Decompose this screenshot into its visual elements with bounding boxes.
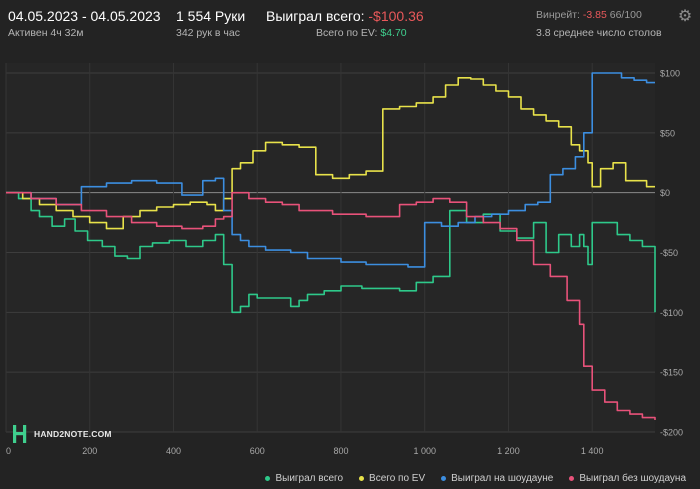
y-tick-label: $0 <box>660 188 670 198</box>
legend-item[interactable]: Выиграл без шоудауна <box>569 473 686 484</box>
legend-item[interactable]: Всего по EV <box>359 473 425 484</box>
chart-legend: Выиграл всего Всего по EV Выиграл на шоуда… <box>0 469 700 487</box>
hand2note-text: HAND2NOTE.COM <box>34 429 112 439</box>
legend-item[interactable]: Выиграл всего <box>265 473 343 484</box>
x-tick-label: 400 <box>166 446 181 456</box>
plot-area <box>6 63 655 432</box>
y-tick-label: -$50 <box>660 248 678 258</box>
legend-dot-icon <box>359 475 365 481</box>
hand2note-logo: HAND2NOTE.COM <box>12 424 112 444</box>
legend-item[interactable]: Выиграл на шоудауне <box>441 473 553 484</box>
x-tick-label: 800 <box>333 446 348 456</box>
legend-label: Выиграл без шоудауна <box>579 472 686 484</box>
profit-chart: $100 $50 $0 -$50 -$100 -$150 -$200 0 200 400 600 80… <box>5 63 683 456</box>
y-tick-label: -$200 <box>660 428 683 438</box>
x-tick-label: 600 <box>250 446 265 456</box>
legend-dot-icon <box>569 475 575 481</box>
legend-dot-icon <box>265 475 271 481</box>
legend-label: Выиграл всего <box>275 472 344 484</box>
x-tick-label: 0 <box>6 446 11 456</box>
y-tick-label: -$100 <box>660 308 683 318</box>
x-tick-label: 1 200 <box>497 446 520 456</box>
y-tick-label: $100 <box>660 69 680 79</box>
x-tick-label: 200 <box>82 446 97 456</box>
y-tick-label: $50 <box>660 128 675 138</box>
x-tick-label: 1 000 <box>413 446 436 456</box>
legend-label: Выиграл на шоудауне <box>451 472 554 484</box>
legend-dot-icon <box>441 475 447 481</box>
hand2note-icon <box>13 425 27 443</box>
legend-label: Всего по EV <box>369 472 426 484</box>
y-tick-label: -$150 <box>660 368 683 378</box>
x-tick-label: 1 400 <box>581 446 604 456</box>
